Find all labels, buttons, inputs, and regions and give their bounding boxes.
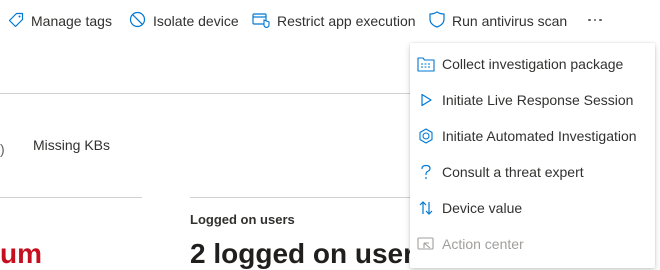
menu-item-label: Collect investigation package — [442, 56, 624, 72]
question-icon — [416, 164, 436, 180]
logged-on-users-label: Logged on users — [190, 212, 295, 227]
investigation-icon — [416, 128, 436, 144]
manage-tags-label: Manage tags — [31, 13, 112, 29]
manage-tags-button[interactable]: Manage tags — [8, 9, 112, 33]
more-actions-menu: Collect investigation package Initiate L… — [410, 43, 655, 268]
menu-item-device-value[interactable]: Device value — [410, 190, 655, 226]
run-antivirus-scan-label: Run antivirus scan — [452, 13, 568, 29]
header-divider — [0, 93, 414, 94]
card-divider-mid — [190, 197, 412, 198]
play-icon — [416, 93, 436, 107]
menu-item-initiate-automated-investigation[interactable]: Initiate Automated Investigation — [410, 118, 655, 154]
package-icon — [416, 56, 436, 72]
card-divider-left — [0, 197, 142, 198]
shield-icon — [429, 11, 445, 31]
menu-item-action-center: Action center — [410, 226, 655, 262]
menu-item-collect-investigation-package[interactable]: Collect investigation package — [410, 46, 655, 82]
tab-fragment[interactable]: ) — [0, 141, 5, 157]
menu-item-label: Action center — [442, 236, 524, 252]
menu-item-label: Device value — [442, 200, 523, 216]
action-center-icon — [416, 236, 436, 252]
severity-value: um — [0, 238, 42, 269]
block-icon — [129, 11, 146, 31]
logged-on-users-count: 2 logged on users — [190, 238, 430, 269]
menu-item-label: Initiate Automated Investigation — [442, 128, 637, 144]
run-antivirus-scan-button[interactable]: Run antivirus scan — [429, 9, 567, 33]
tag-icon — [8, 12, 24, 31]
restrict-app-execution-button[interactable]: Restrict app execution — [252, 9, 416, 33]
isolate-device-label: Isolate device — [153, 13, 239, 29]
isolate-device-button[interactable]: Isolate device — [129, 9, 239, 33]
tab-missing-kbs[interactable]: Missing KBs — [33, 137, 110, 153]
menu-item-initiate-live-response-session[interactable]: Initiate Live Response Session — [410, 82, 655, 118]
device-actions-toolbar: Manage tags Isolate device Restrict app … — [0, 0, 660, 42]
menu-item-label: Initiate Live Response Session — [442, 92, 634, 108]
menu-item-consult-threat-expert[interactable]: Consult a threat expert — [410, 154, 655, 190]
more-actions-button[interactable] — [584, 8, 606, 32]
restrict-app-execution-label: Restrict app execution — [277, 13, 416, 29]
more-icon — [586, 18, 603, 22]
sort-arrows-icon — [416, 200, 436, 216]
menu-item-label: Consult a threat expert — [442, 164, 584, 180]
restrict-app-icon — [252, 12, 270, 31]
